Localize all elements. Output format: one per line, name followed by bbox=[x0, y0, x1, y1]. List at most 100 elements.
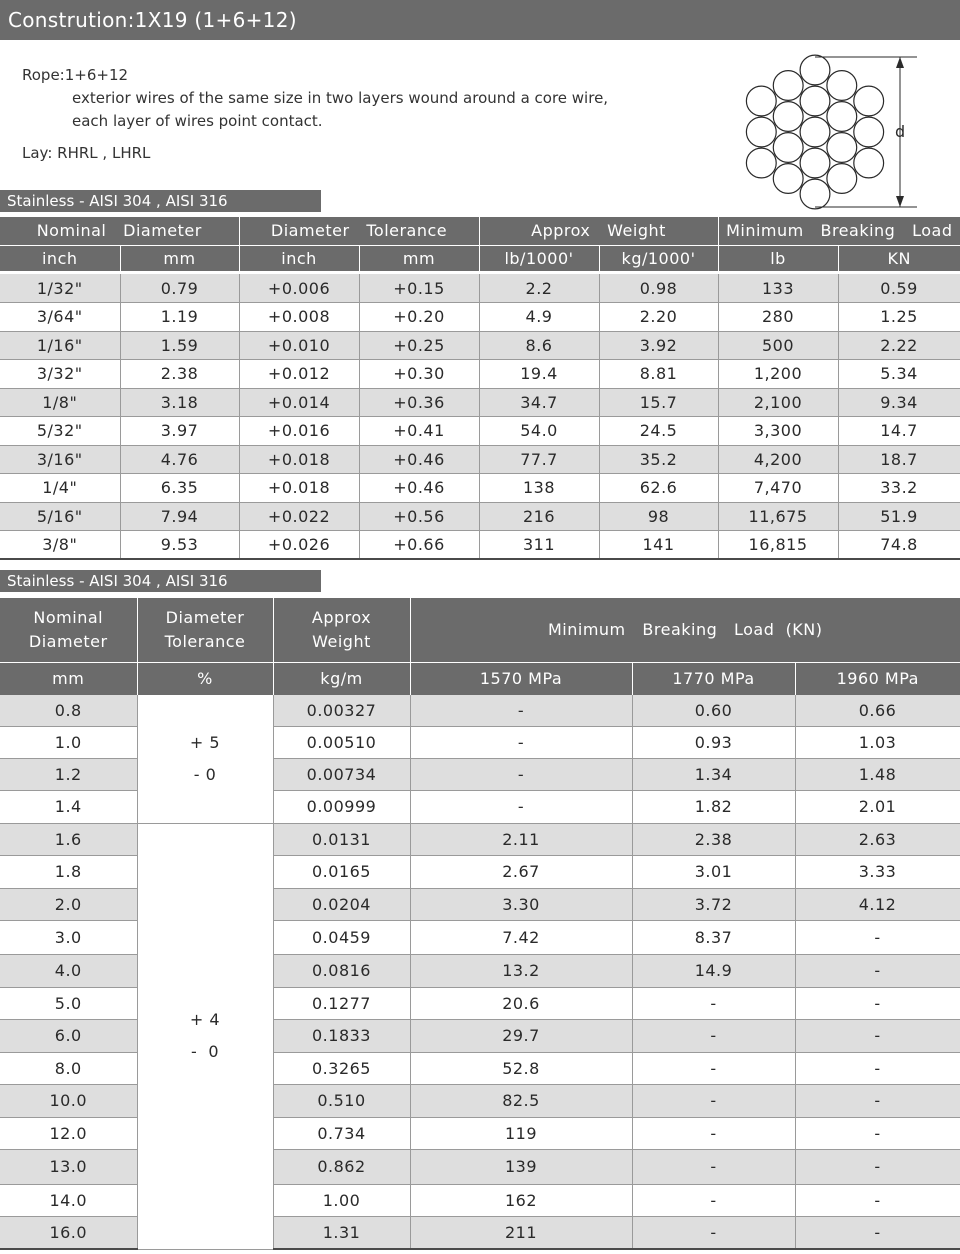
table-cell: 311 bbox=[479, 530, 600, 560]
table-cell: - bbox=[795, 1216, 960, 1250]
table-cell: 77.7 bbox=[479, 445, 600, 474]
table-cell: 138 bbox=[479, 473, 600, 503]
table-cell: 1/4" bbox=[0, 473, 121, 503]
table-cell: 98 bbox=[599, 502, 719, 531]
table-cell: 0.734 bbox=[273, 1117, 411, 1150]
table2-subheader-cell: % bbox=[137, 662, 274, 695]
description-line-2: each layer of wires point contact. bbox=[72, 112, 323, 130]
table-cell: +0.014 bbox=[239, 388, 360, 417]
table2-subheader-cell: 1770 MPa bbox=[632, 662, 796, 695]
table-cell: 1.31 bbox=[273, 1216, 411, 1250]
table-cell: +0.15 bbox=[359, 274, 480, 303]
table-cell: 14.0 bbox=[0, 1184, 138, 1217]
table-cell: - bbox=[795, 920, 960, 955]
table2-sub-header-row: mm% kg/m 1570 MPa 1770 MPa 1960 MPa bbox=[0, 662, 960, 695]
table-cell: 3.33 bbox=[795, 855, 960, 889]
table-cell: 13.2 bbox=[410, 954, 633, 988]
table-cell: - bbox=[632, 1117, 796, 1150]
tolerance-cell: + 4 - 0 bbox=[137, 823, 274, 1250]
table-cell: 4,200 bbox=[718, 445, 839, 474]
table-cell: 3.01 bbox=[632, 855, 796, 889]
table-cell: 16,815 bbox=[718, 530, 839, 560]
table-cell: +0.46 bbox=[359, 445, 480, 474]
table-cell: 6.0 bbox=[0, 1019, 138, 1053]
lay-label: Lay: bbox=[22, 144, 53, 162]
table-cell: 1.25 bbox=[838, 302, 960, 332]
table-cell: 82.5 bbox=[410, 1084, 633, 1118]
table-cell: 33.2 bbox=[838, 473, 960, 503]
table-cell: 1.0 bbox=[0, 726, 138, 759]
table-cell: 0.93 bbox=[632, 726, 796, 759]
table-cell: 0.00510 bbox=[273, 726, 411, 759]
table-cell: 2.11 bbox=[410, 823, 633, 856]
table-cell: +0.46 bbox=[359, 473, 480, 503]
table-cell: 2.38 bbox=[632, 823, 796, 856]
table-cell: 8.6 bbox=[479, 331, 600, 360]
table-cell: 2,100 bbox=[718, 388, 839, 417]
table-cell: 1/32" bbox=[0, 274, 121, 303]
table-cell: 29.7 bbox=[410, 1019, 633, 1053]
table-cell: 1.59 bbox=[120, 331, 240, 360]
table-row: 3/16" 4.76 +0.018 +0.46 77.7 35.2 4,200 18.7 bbox=[0, 445, 960, 474]
header-diameter-tolerance: Diameter Tolerance bbox=[137, 598, 274, 663]
table-cell: - bbox=[410, 695, 633, 727]
table-cell: 2.67 bbox=[410, 855, 633, 889]
table-cell: - bbox=[632, 1216, 796, 1250]
table-cell: +0.010 bbox=[239, 331, 360, 360]
metric-spec-table: Nominal Diameter Diameter Tolerance Appr… bbox=[0, 598, 960, 1250]
table-cell: +0.56 bbox=[359, 502, 480, 531]
table-cell: - bbox=[632, 1019, 796, 1053]
table-cell: 5/16" bbox=[0, 502, 121, 531]
table-cell: 0.0816 bbox=[273, 954, 411, 988]
table-cell: - bbox=[795, 1084, 960, 1118]
table-row: 1/16" 1.59 +0.010 +0.25 8.6 3.92 500 2.22 bbox=[0, 331, 960, 360]
table-cell: 13.0 bbox=[0, 1149, 138, 1185]
table-cell: 5.0 bbox=[0, 987, 138, 1020]
table-cell: 20.6 bbox=[410, 987, 633, 1020]
table-cell: 1.00 bbox=[273, 1184, 411, 1217]
table-cell: 3.18 bbox=[120, 388, 240, 417]
table-row: 1/8" 3.18 +0.014 +0.36 34.7 15.7 2,100 9.34 bbox=[0, 388, 960, 417]
table2-subheader-cell: mm bbox=[0, 662, 138, 695]
table-cell: - bbox=[795, 1019, 960, 1053]
table-cell: 0.79 bbox=[120, 274, 240, 303]
table1-subheader-cell: lb bbox=[718, 245, 839, 271]
page-title: Constrution:1X19 (1+6+12) bbox=[0, 0, 960, 40]
header-nominal-diameter: Nominal Diameter bbox=[0, 598, 138, 663]
rope-line: Rope:1+6+12 bbox=[22, 64, 608, 87]
table-cell: - bbox=[795, 1149, 960, 1185]
lay-line: Lay: RHRL , LHRL bbox=[22, 142, 608, 165]
table-cell: 280 bbox=[718, 302, 839, 332]
table-cell: 0.1277 bbox=[273, 987, 411, 1020]
table-cell: 7.94 bbox=[120, 502, 240, 531]
table-cell: 0.0204 bbox=[273, 888, 411, 921]
table-cell: 1.2 bbox=[0, 758, 138, 791]
table-cell: 0.0459 bbox=[273, 920, 411, 955]
wire-circle bbox=[826, 100, 858, 132]
table-cell: 3/8" bbox=[0, 530, 121, 560]
table-row: 3/32" 2.38 +0.012 +0.30 19.4 8.81 1,200 5.34 bbox=[0, 359, 960, 389]
table-cell: +0.36 bbox=[359, 388, 480, 417]
table-cell: 139 bbox=[410, 1149, 633, 1185]
table-cell: 6.35 bbox=[120, 473, 240, 503]
section-label-1: Stainless - AISI 304 , AISI 316 bbox=[0, 190, 321, 212]
table-cell: 62.6 bbox=[599, 473, 719, 503]
table-cell: 141 bbox=[599, 530, 719, 560]
imperial-spec-table: Nominal Diameter Diameter Tolerance Appr… bbox=[0, 217, 960, 560]
table-cell: 15.7 bbox=[599, 388, 719, 417]
table-cell: 16.0 bbox=[0, 1216, 138, 1250]
table-cell: 0.510 bbox=[273, 1084, 411, 1118]
table-cell: +0.008 bbox=[239, 302, 360, 332]
table-cell: 0.00999 bbox=[273, 790, 411, 824]
table-cell: 0.60 bbox=[632, 695, 796, 727]
table1-subheader-cell: lb/1000' bbox=[479, 245, 600, 271]
table-cell: 500 bbox=[718, 331, 839, 360]
wire-circle bbox=[745, 116, 777, 148]
table-cell: 9.34 bbox=[838, 388, 960, 417]
table-cell: 2.63 bbox=[795, 823, 960, 856]
table-cell: +0.026 bbox=[239, 530, 360, 560]
wire-circle bbox=[799, 54, 831, 86]
table-cell: 51.9 bbox=[838, 502, 960, 531]
table-cell: 3.97 bbox=[120, 416, 240, 446]
wire-circle bbox=[799, 85, 831, 117]
